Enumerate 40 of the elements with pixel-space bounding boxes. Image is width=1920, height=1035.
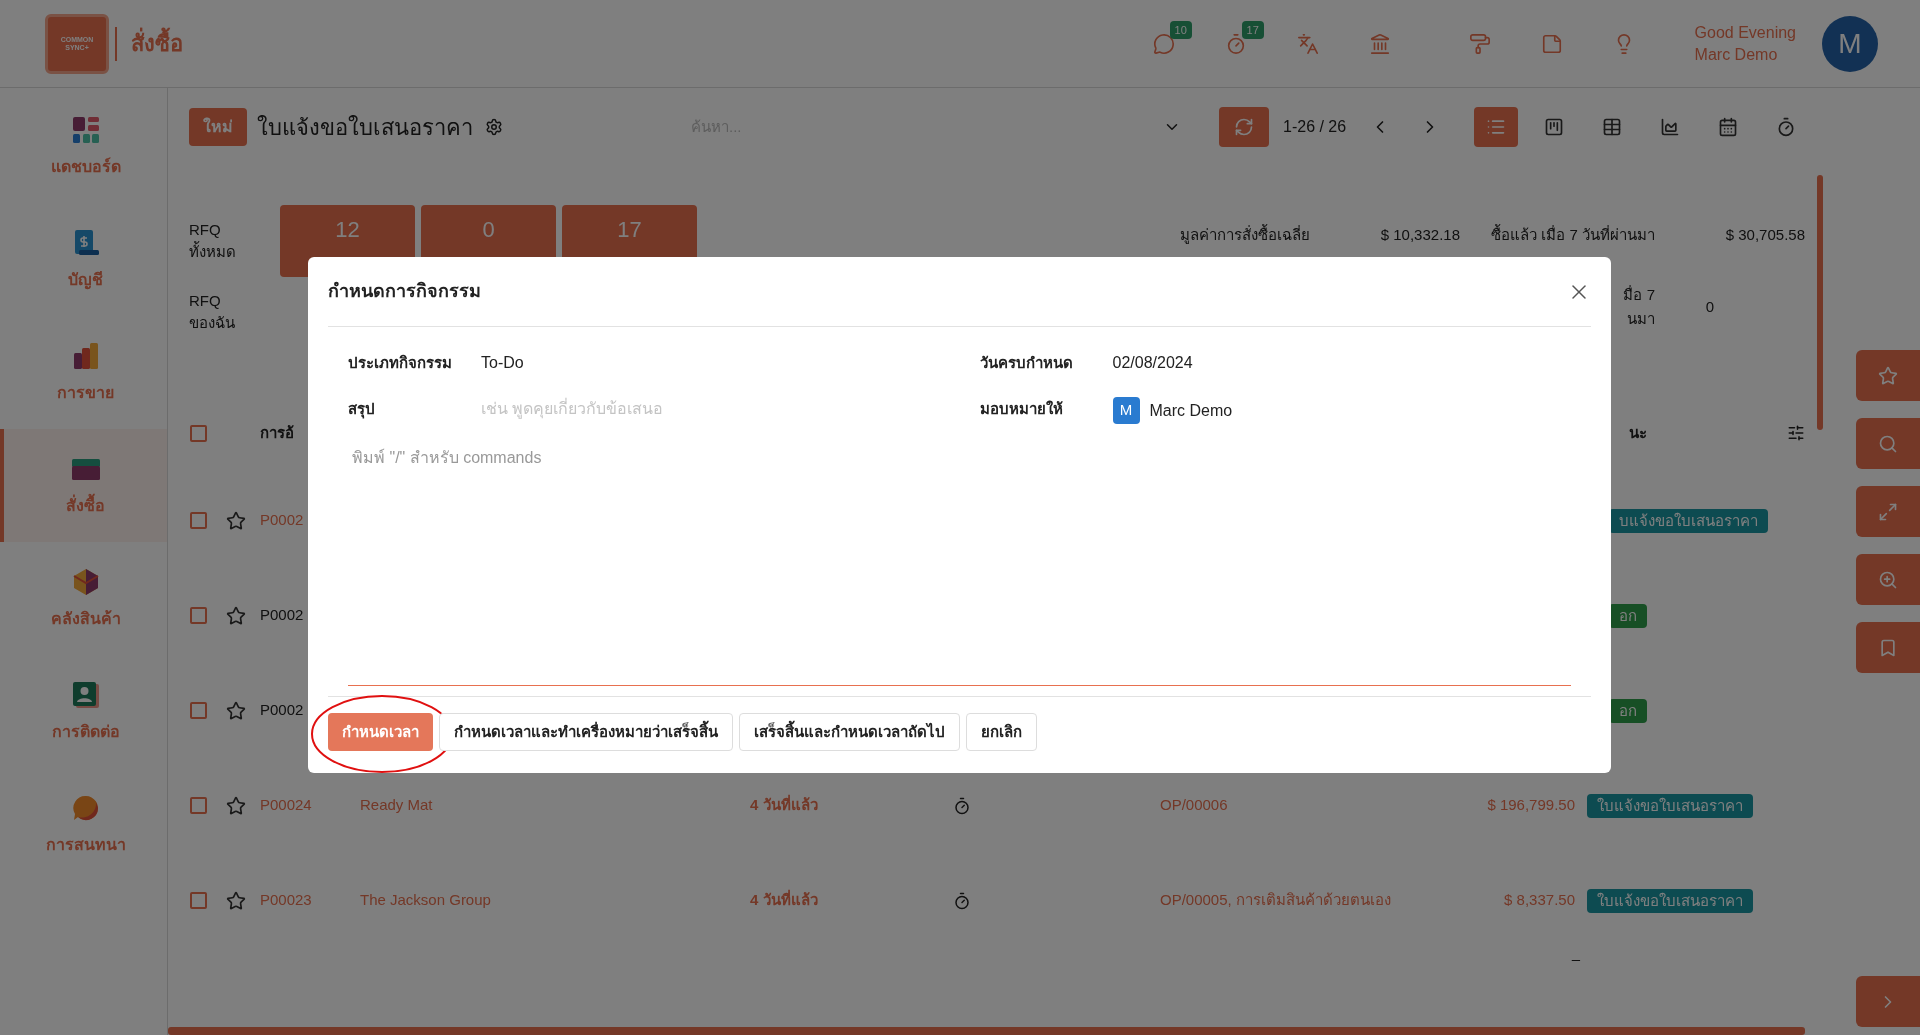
metric-label: มื่อ 7 นมา [1622,284,1655,329]
field-label: วันครบกำหนด [979,353,1074,373]
table-cell-text: Ready Mat [360,795,434,816]
table-cell-text: P00023 [260,890,313,911]
field-label: มอบหมายให้ [979,399,1064,419]
status-tag: อก [1609,603,1647,628]
dialog-title: กำหนดการกิจกรรม [328,280,481,303]
metric-label: มูลค่าการสั่งซื้อเฉลี่ย [1180,223,1311,246]
greeting: Good Evening [1694,22,1796,43]
table-cell-text: P0002 [260,510,305,531]
user-name: Marc Demo [1694,44,1779,65]
table-cell-text: 4 วันที่แล้ว [750,794,819,816]
table-cell-text: OP/00006 [1160,795,1229,816]
footer-mark: – [1571,949,1580,969]
pager: 1-26 / 26 [1283,117,1347,137]
metric-label: ซื้อแล้ว เมื่อ 7 วันที่ผ่านมา [1490,223,1655,246]
table-cell-text: OP/00005, การเติมสินค้าด้วยตนเอง [1160,890,1392,911]
field-label: ประเภทกิจกรรม [348,353,453,373]
table-cell-text: The Jackson Group [360,890,492,911]
notification-count: 10 [1169,20,1192,39]
status-tag: บแจ้งขอใบเสนอราคา [1609,508,1768,533]
table-cell-text: 4 วันที่แล้ว [750,889,819,911]
table-cell-text: P00024 [260,795,313,816]
metric-value: $ 30,705.58 [1724,225,1805,246]
status-tag: ใบแจ้งขอใบเสนอราคา [1587,888,1753,913]
summary-row-label: RFQ ของฉัน [189,291,236,333]
page-title: ใบแจ้งขอใบเสนอราคา [257,113,473,142]
field-label: สรุป [348,399,376,421]
table-cell-text: P0002 [260,700,305,721]
table-cell-text: $ 8,337.50 [1503,890,1575,911]
table-cell-text: P0002 [260,605,305,626]
user-avatar: M [1112,397,1140,424]
app-title: สั่งซื้อ [131,27,183,60]
notification-count: 17 [1241,20,1264,39]
metric-value: 0 [1704,296,1716,317]
summary-row-label: RFQ ทั้งหมด [189,220,237,262]
status-tag: อก [1609,698,1647,723]
status-tag: ใบแจ้งขอใบเสนอราคา [1587,793,1753,818]
table-cell-text: $ 196,799.50 [1486,795,1575,816]
metric-value: $ 10,332.18 [1379,225,1460,246]
